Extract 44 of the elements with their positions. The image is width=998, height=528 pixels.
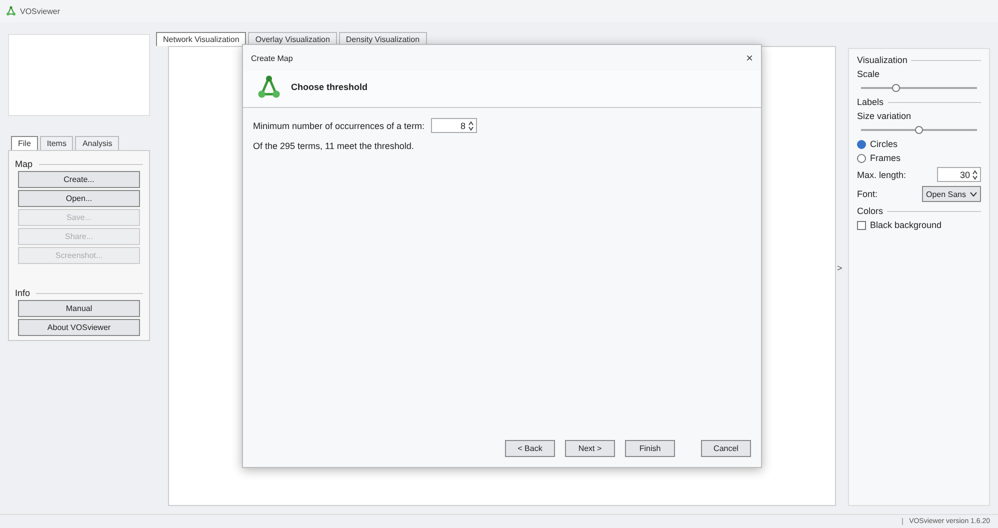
dialog-heading: Choose threshold [291,82,368,92]
sidebar-tab[interactable]: Analysis [75,136,120,150]
option-label: Font: [857,189,878,199]
sidebar-tab[interactable]: File [11,136,38,150]
visualization-tab[interactable]: Network Visualization [156,32,246,46]
option-label: Scale [857,69,881,79]
threshold-spinner[interactable]: 8 [430,118,477,133]
radio-label: Circles [870,139,898,149]
spin-arrows-icon[interactable] [468,120,474,130]
section-title: Map [15,159,33,169]
slider-thumb[interactable] [915,126,923,134]
dialog-button[interactable]: Next > [565,440,615,457]
spin-arrows-icon[interactable] [972,170,978,180]
length-spinner[interactable]: 30 [937,167,981,182]
section-title: Visualization [857,55,908,65]
dialog-button[interactable]: Cancel [701,440,751,457]
dialog-button[interactable]: Finish [625,440,675,457]
section-title: Info [15,288,30,298]
checkbox-label: Black background [870,220,942,230]
app-logo-icon [257,75,281,99]
radio-button[interactable] [857,154,866,162]
radio-label: Frames [870,153,901,163]
radio-button[interactable] [857,140,866,148]
dialog-button[interactable]: < Back [505,440,555,457]
sidebar-button[interactable]: Manual [18,300,140,317]
threshold-summary: Of the 295 terms, 11 meet the threshold. [253,141,415,151]
checkbox[interactable] [857,220,866,230]
sidebar-tab[interactable]: Items [40,136,74,150]
collapse-button[interactable]: > [837,263,842,273]
option-label: Max. length: [857,170,906,180]
field-label: Minimum number of occurrences of a term: [253,120,425,130]
app-logo-icon [6,6,16,16]
close-button[interactable]: × [746,51,753,65]
font-dropdown[interactable]: Open Sans [922,186,981,202]
section-title: Labels [857,97,884,107]
chevron-down-icon [970,192,977,196]
dialog-title: Create Map [251,54,293,62]
sidebar-button[interactable]: Open... [18,190,140,207]
sidebar-button[interactable]: Create... [18,171,140,188]
slider-thumb[interactable] [892,84,900,92]
option-label: Size variation [857,111,912,121]
section-title: Colors [857,206,884,216]
sidebar-button[interactable]: About VOSviewer [18,319,140,336]
window-title: VOSviewer [20,6,60,16]
